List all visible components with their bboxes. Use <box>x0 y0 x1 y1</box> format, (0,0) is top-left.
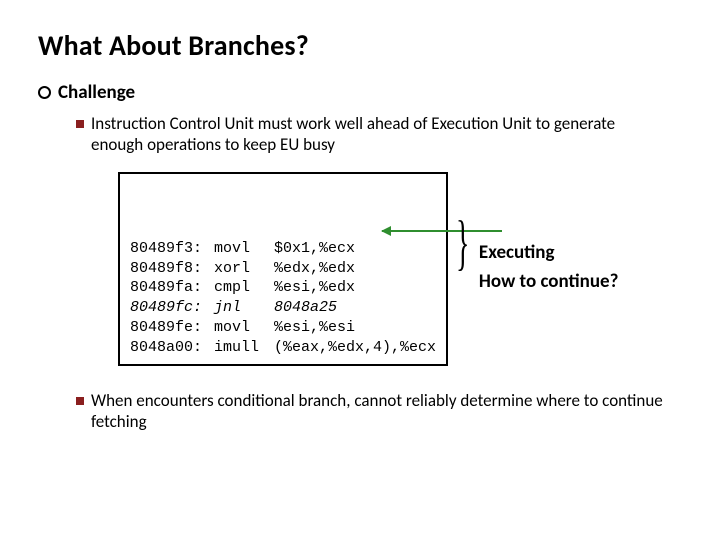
code-args: %esi,%edx <box>274 278 355 298</box>
code-args: 8048a25 <box>274 298 337 318</box>
hollow-circle-icon <box>38 85 52 105</box>
square-bullet-icon <box>76 120 84 128</box>
code-addr: 80489f8: <box>130 259 214 279</box>
code-args: $0x1,%ecx <box>274 239 355 259</box>
code-args: %edx,%edx <box>274 259 355 279</box>
bullet-level2: Instruction Control Unit must work well … <box>76 113 616 156</box>
code-op: movl <box>214 239 274 259</box>
code-line: 80489f8:xorl%edx,%edx <box>130 259 436 279</box>
code-op: movl <box>214 318 274 338</box>
green-arrow-icon <box>382 230 502 232</box>
bullet1-text: Instruction Control Unit must work well … <box>91 113 616 156</box>
bullet2-text: When encounters conditional branch, cann… <box>91 390 676 433</box>
code-addr: 80489fc: <box>130 298 214 318</box>
code-line: 80489fa:cmpl%esi,%edx <box>130 278 436 298</box>
code-line: 80489fe:movl%esi,%esi <box>130 318 436 338</box>
code-line: 80489fc:jnl8048a25 <box>130 298 436 318</box>
code-row: 80489f3:movl$0x1,%ecx80489f8:xorl%edx,%e… <box>118 172 690 366</box>
code-addr: 80489fa: <box>130 278 214 298</box>
code-line: 80489f3:movl$0x1,%ecx <box>130 239 436 259</box>
assembly-code-box: 80489f3:movl$0x1,%ecx80489f8:xorl%edx,%e… <box>118 172 448 366</box>
code-addr: 80489f3: <box>130 239 214 259</box>
code-op: cmpl <box>214 278 274 298</box>
code-addr: 8048a00: <box>130 338 214 358</box>
annot-continue: How to continue? <box>479 270 619 293</box>
code-op: imull <box>214 338 274 358</box>
bullet-level2: When encounters conditional branch, cann… <box>76 390 676 433</box>
l1-heading: Challenge <box>58 81 135 104</box>
code-addr: 80489fe: <box>130 318 214 338</box>
slide-title: What About Branches? <box>38 28 690 63</box>
code-args: %esi,%esi <box>274 318 355 338</box>
square-bullet-icon <box>76 397 84 405</box>
code-args: (%eax,%edx,4),%ecx <box>274 338 436 358</box>
code-op: xorl <box>214 259 274 279</box>
code-op: jnl <box>214 298 274 318</box>
code-line: 8048a00:imull(%eax,%edx,4),%ecx <box>130 338 436 358</box>
annotation-column: Executing How to continue? <box>479 241 619 293</box>
curly-brace-icon: } <box>456 210 469 276</box>
bullet-level1: Challenge <box>38 81 690 105</box>
annot-executing: Executing <box>479 241 619 264</box>
